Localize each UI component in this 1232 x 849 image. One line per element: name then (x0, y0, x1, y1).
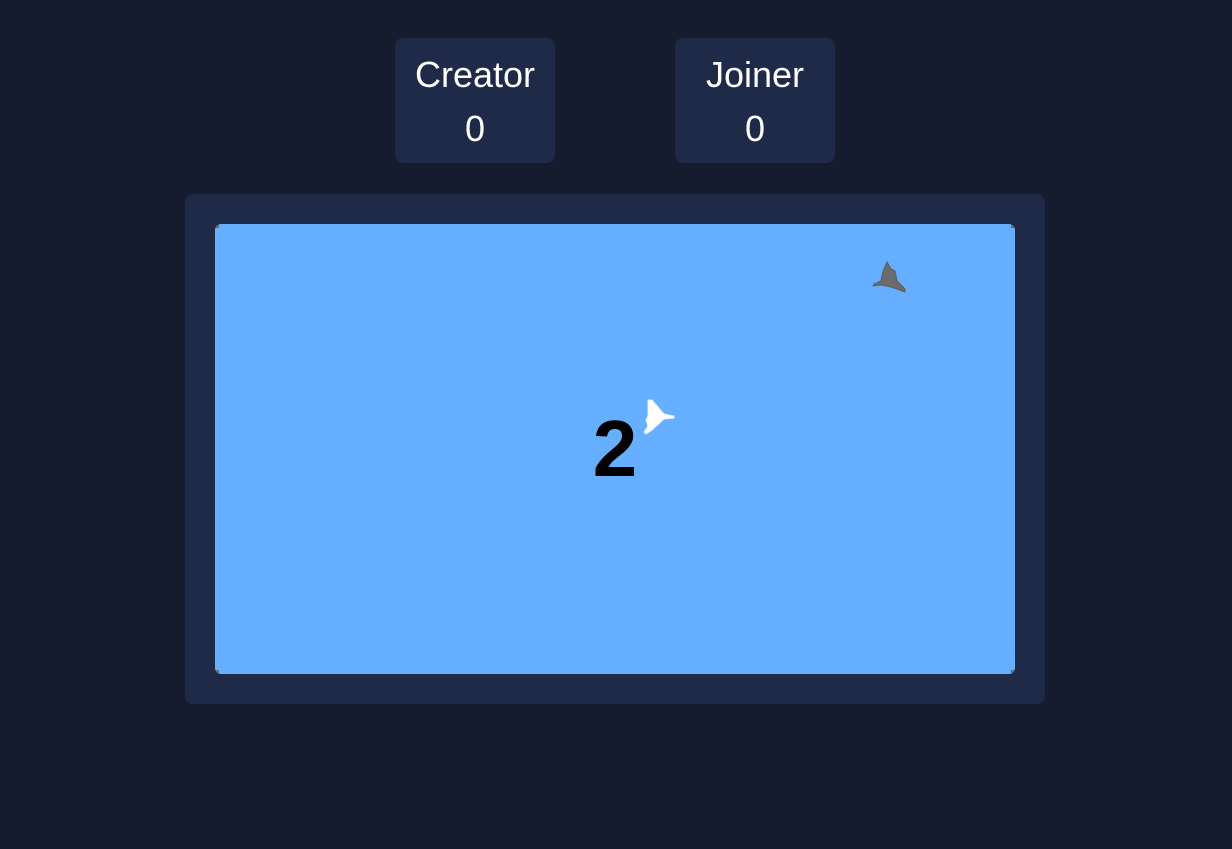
creator-score: 0 (464, 108, 486, 149)
corner-marker (215, 670, 219, 674)
opponent-ship-icon (872, 260, 906, 293)
creator-label: Creator (414, 54, 536, 95)
joiner-score: 0 (744, 108, 766, 149)
player-ship-icon (643, 399, 675, 435)
creator-score-card: Creator 0 (395, 38, 555, 163)
corner-marker (1011, 224, 1015, 228)
game-canvas[interactable]: 2 (215, 224, 1015, 674)
joiner-score-card: Joiner 0 (675, 38, 835, 163)
game-stage: Creator 0 Joiner 0 2 (0, 0, 1232, 849)
joiner-label: Joiner (705, 54, 805, 95)
corner-marker (1011, 670, 1015, 674)
corner-marker (215, 224, 219, 228)
